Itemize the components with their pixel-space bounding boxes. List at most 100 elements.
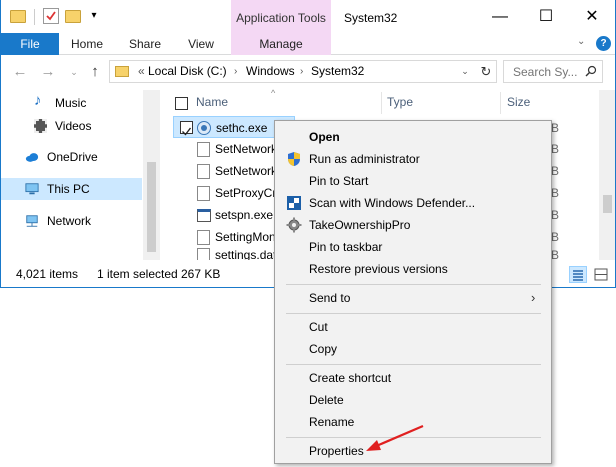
breadcrumb-overflow[interactable]: «	[138, 61, 145, 82]
sort-ascending-icon: ^	[271, 88, 276, 98]
uac-shield-icon	[288, 152, 300, 166]
navigation-pane: ♪ Music Videos OneDrive This PC Network	[1, 90, 161, 260]
tab-share[interactable]: Share	[121, 33, 169, 55]
tab-file[interactable]: File	[1, 33, 59, 55]
scrollbar-thumb[interactable]	[147, 162, 156, 252]
menu-item-copy[interactable]: Copy	[277, 338, 549, 360]
scrollbar-thumb[interactable]	[603, 195, 612, 213]
refresh-icon[interactable]: ↻	[477, 61, 495, 82]
sidebar-item-label: Music	[55, 96, 87, 110]
menu-item-run-as-administrator[interactable]: Run as administrator	[277, 148, 549, 170]
menu-item-create-shortcut[interactable]: Create shortcut	[277, 367, 549, 389]
cloud-icon	[25, 153, 39, 162]
selection-size: 267 KB	[181, 267, 221, 281]
column-header-size[interactable]: Size	[507, 94, 530, 110]
title-bar: ▾ Application Tools System32 — ☐ ✕	[1, 0, 615, 33]
menu-item-send-to[interactable]: Send to ›	[277, 287, 549, 309]
sidebar-item-label: This PC	[47, 182, 90, 196]
minimize-button[interactable]: —	[477, 0, 523, 33]
search-box[interactable]	[503, 60, 603, 83]
column-header-name[interactable]: Name	[196, 94, 228, 110]
sidebar-item-this-pc[interactable]: This PC	[1, 178, 142, 200]
menu-item-open[interactable]: Open	[277, 126, 549, 148]
large-icons-view-icon[interactable]	[593, 266, 611, 283]
search-icon[interactable]	[585, 65, 597, 77]
expand-ribbon-icon[interactable]: ⌄	[577, 36, 591, 47]
file-list-scrollbar[interactable]	[599, 90, 615, 260]
context-menu: Open Run as administrator Pin to Start S…	[274, 120, 552, 464]
toolbar-divider	[34, 9, 35, 25]
breadcrumb-local-disk[interactable]: Local Disk (C:)	[148, 61, 227, 82]
address-bar[interactable]: « Local Disk (C:) › Windows › System32 ⌄…	[109, 60, 497, 83]
ribbon-tabs: File Home Share View Manage ⌄ ?	[1, 33, 615, 55]
menu-separator	[286, 313, 541, 314]
file-name: SetProxyCre	[215, 186, 284, 200]
new-folder-quick-access-icon[interactable]	[65, 10, 81, 23]
menu-item-label: Restore previous versions	[309, 262, 448, 276]
chevron-down-icon[interactable]: ⌄	[457, 61, 473, 82]
menu-item-label: Pin to Start	[309, 174, 369, 188]
help-icon[interactable]: ?	[596, 36, 611, 51]
file-name: SetNetwork	[215, 142, 278, 156]
sidebar-item-music[interactable]: ♪ Music	[1, 92, 142, 114]
maximize-button[interactable]: ☐	[523, 0, 569, 33]
sidebar-item-label: Network	[47, 214, 92, 228]
navigation-scrollbar[interactable]	[143, 90, 160, 260]
details-view-icon[interactable]	[569, 266, 587, 283]
menu-item-takeownershippro[interactable]: TakeOwnershipPro	[277, 214, 549, 236]
tab-manage[interactable]: Manage	[231, 33, 331, 55]
folder-icon	[115, 66, 129, 77]
breadcrumb-system32[interactable]: System32	[311, 61, 364, 82]
menu-item-scan-with-defender[interactable]: Scan with Windows Defender...	[277, 192, 549, 214]
chevron-right-icon[interactable]: ›	[234, 61, 237, 82]
menu-separator	[286, 284, 541, 285]
sidebar-item-label: OneDrive	[47, 150, 98, 164]
chevron-right-icon[interactable]: ›	[300, 61, 303, 82]
sidebar-item-onedrive[interactable]: OneDrive	[1, 146, 142, 168]
sidebar-item-label: Videos	[55, 119, 92, 133]
menu-item-label: Cut	[309, 320, 328, 334]
column-header-type[interactable]: Type	[387, 94, 413, 110]
menu-separator	[286, 364, 541, 365]
menu-item-delete[interactable]: Delete	[277, 389, 549, 411]
menu-item-pin-to-start[interactable]: Pin to Start	[277, 170, 549, 192]
column-headers: Name ^ Type Size	[163, 88, 599, 115]
folder-icon	[10, 10, 26, 23]
menu-item-label: Send to	[309, 291, 351, 305]
up-arrow-icon[interactable]: ↑	[86, 63, 104, 81]
menu-item-label: Pin to taskbar	[309, 240, 383, 254]
selection-count: 1 item selected	[97, 267, 178, 281]
videos-icon	[34, 119, 47, 133]
console-app-icon	[197, 209, 211, 222]
menu-item-label: Copy	[309, 342, 338, 356]
back-arrow-icon[interactable]: ←	[11, 63, 29, 81]
column-divider[interactable]	[500, 92, 501, 114]
breadcrumb-windows[interactable]: Windows	[246, 61, 295, 82]
recent-locations-dropdown-icon[interactable]: ⌄	[65, 63, 83, 81]
forward-arrow-icon[interactable]: →	[39, 63, 57, 81]
item-count: 4,021 items	[16, 267, 79, 281]
close-button[interactable]: ✕	[569, 0, 615, 33]
tab-view[interactable]: View	[177, 33, 225, 55]
properties-quick-access-icon[interactable]	[43, 8, 59, 24]
menu-item-label: Properties	[309, 444, 364, 458]
file-name: settings.dat	[215, 248, 277, 260]
document-icon	[197, 186, 210, 201]
menu-item-label: Scan with Windows Defender...	[309, 196, 476, 210]
sidebar-item-videos[interactable]: Videos	[1, 115, 142, 137]
window-title: System32	[344, 11, 398, 25]
select-all-checkbox[interactable]	[175, 97, 188, 110]
menu-item-pin-to-taskbar[interactable]: Pin to taskbar	[277, 236, 549, 258]
search-input[interactable]	[513, 61, 583, 82]
music-icon: ♪	[34, 92, 42, 109]
column-divider[interactable]	[381, 92, 382, 114]
file-name: SetNetwork	[215, 164, 278, 178]
customize-quick-access-dropdown[interactable]: ▾	[88, 8, 100, 24]
tab-home[interactable]: Home	[63, 33, 111, 55]
gear-icon	[286, 217, 302, 233]
application-tools-header: Application Tools	[231, 0, 331, 33]
menu-item-restore-previous-versions[interactable]: Restore previous versions	[277, 258, 549, 280]
menu-item-cut[interactable]: Cut	[277, 316, 549, 338]
document-icon	[197, 248, 210, 260]
sidebar-item-network[interactable]: Network	[1, 210, 142, 232]
